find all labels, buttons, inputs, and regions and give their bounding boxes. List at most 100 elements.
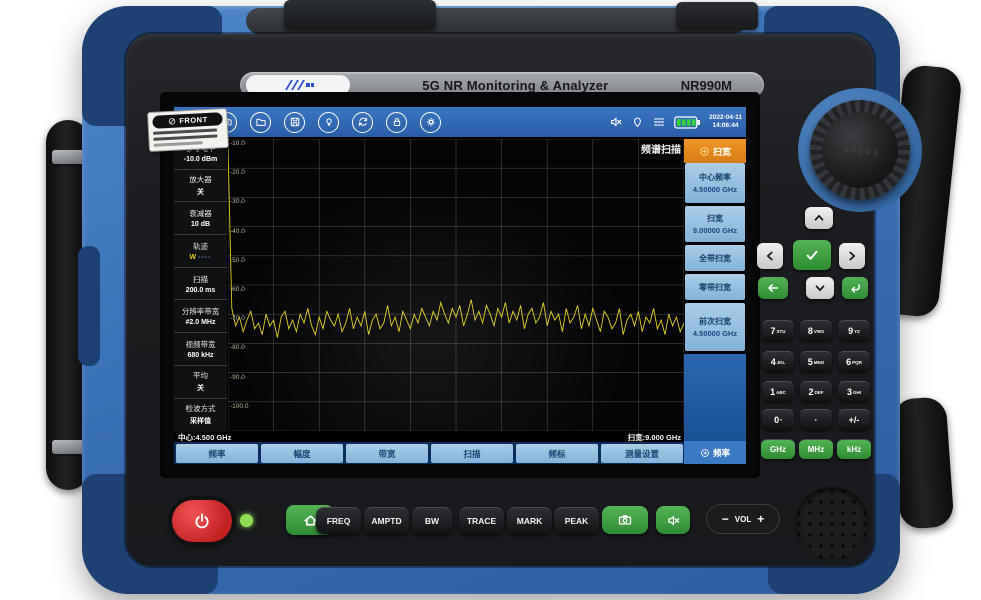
sidebar-item-label: 分辨率带宽 [182, 306, 220, 317]
softkey-center-frequency[interactable]: 中心频率 4.50000 GHz [685, 163, 745, 203]
save-icon[interactable] [284, 112, 305, 133]
sticker-fine-print [153, 134, 217, 140]
y-tick-label: -10.0 [230, 140, 245, 147]
sidebar-item-amplifier[interactable]: 放大器 关 [174, 170, 227, 203]
y-tick-label: -90.0 [230, 374, 245, 381]
file-manager-icon[interactable] [250, 112, 271, 133]
left-edge-bumper [78, 246, 100, 366]
menu-amplitude[interactable]: 幅度 [261, 444, 343, 463]
sidebar-item-value: 关 [197, 187, 204, 197]
sticker-label: FRONT [179, 115, 208, 125]
nav-up-button[interactable] [805, 207, 833, 229]
key-8[interactable]: 8VWX [800, 320, 832, 340]
nav-left-button[interactable] [757, 243, 783, 269]
menu-bandwidth[interactable]: 带宽 [346, 444, 428, 463]
frequency-menu-button[interactable]: 频率 [684, 441, 746, 464]
key-3[interactable]: 3GHI [838, 381, 870, 401]
frequency-menu-label: 频率 [713, 447, 730, 459]
span-menu-button[interactable]: 扫宽 [684, 139, 746, 163]
sidebar-item-value: 200.0 ms [186, 287, 216, 294]
y-tick-label: -30.0 [230, 198, 245, 205]
lock-icon[interactable] [386, 112, 407, 133]
sidebar-item-label: 平均 [193, 370, 208, 381]
chevron-down-icon [813, 281, 827, 295]
key-plus-minus[interactable]: +/- [838, 409, 870, 429]
brand-logo-icon [281, 78, 315, 92]
power-button[interactable] [172, 500, 232, 542]
softkey-full-span[interactable]: 全带扫宽 [685, 245, 745, 271]
key-9[interactable]: 9YZ [838, 320, 870, 340]
time-text: 14:06:44 [709, 122, 742, 130]
softkey-last-span[interactable]: 前次扫宽 4.50000 GHz [685, 303, 745, 351]
bw-button[interactable]: BW [412, 507, 452, 534]
trace-button[interactable]: TRACE [459, 507, 504, 534]
sidebar-item-vbw[interactable]: 视频带宽 680 kHz [174, 333, 227, 366]
sidebar-item-value: 关 [197, 383, 204, 393]
y-tick-label: -100.0 [230, 403, 248, 410]
bottom-menu-bar: 频率 幅度 带宽 扫描 频标 测量设置 [174, 442, 684, 464]
camera-icon [617, 512, 633, 528]
freq-button[interactable]: FREQ [316, 507, 361, 534]
menu-marker[interactable]: 频标 [516, 444, 598, 463]
backlight-icon[interactable] [318, 112, 339, 133]
sidebar-item-rbw[interactable]: 分辨率带宽 #2.0 MHz [174, 300, 227, 333]
rotary-enter-knob[interactable]: ENTER [822, 112, 898, 188]
speaker-grille [795, 487, 869, 561]
key-ghz[interactable]: GHz [761, 439, 795, 459]
knob-enter-label: ENTER [841, 143, 879, 157]
confirm-button[interactable] [793, 240, 831, 270]
back-button[interactable] [758, 277, 788, 299]
screen-toolbar: 2022-04-11 14:06:44 [174, 107, 746, 137]
device-title: 5G NR Monitoring & Analyzer [360, 78, 671, 93]
volume-down-label[interactable]: − [722, 512, 729, 526]
left-strap-buckle-bottom [52, 440, 84, 454]
key-2[interactable]: 2DEF [800, 381, 832, 401]
key-0[interactable]: 0* [762, 409, 794, 429]
return-button[interactable] [842, 277, 868, 299]
settings-gear-icon[interactable] [420, 112, 441, 133]
menu-sweep[interactable]: 扫描 [431, 444, 513, 463]
key-decimal[interactable]: · [800, 409, 832, 429]
date-text: 2022-04-11 [709, 114, 742, 122]
key-7[interactable]: 7STU [762, 320, 794, 340]
sidebar-item-trace[interactable]: 轨迹 W ---- [174, 235, 227, 268]
refresh-icon[interactable] [352, 112, 373, 133]
sidebar-item-sweep[interactable]: 扫描 200.0 ms [174, 268, 227, 301]
volume-rocker[interactable]: − VOL + [706, 504, 780, 534]
sidebar-item-label: 扫描 [193, 274, 208, 285]
list-lines-icon [652, 115, 666, 129]
nav-down-button[interactable] [806, 277, 834, 299]
sidebar-item-attenuator[interactable]: 衰减器 10 dB [174, 202, 227, 235]
volume-up-label[interactable]: + [757, 512, 764, 526]
key-6[interactable]: 6PQR [838, 351, 870, 371]
sidebar-item-value: 680 kHz [187, 352, 213, 359]
mark-button[interactable]: MARK [507, 507, 552, 534]
key-khz[interactable]: kHz [837, 439, 871, 459]
plot-gridlines [228, 139, 684, 431]
menu-frequency[interactable]: 频率 [176, 444, 258, 463]
chevron-up-icon [812, 211, 826, 225]
peak-button[interactable]: PEAK [554, 507, 599, 534]
amptd-button[interactable]: AMPTD [364, 507, 409, 534]
softkey-span[interactable]: 扫宽 9.00000 GHz [685, 206, 745, 242]
mute-status-icon [609, 115, 623, 129]
menu-measure-setup[interactable]: 测量设置 [601, 444, 683, 463]
mute-button[interactable] [656, 506, 690, 534]
sidebar-item-average[interactable]: 平均 关 [174, 366, 227, 399]
battery-icon [674, 116, 701, 129]
settings-sidebar: 参考电平 -10.0 dBm 放大器 关 衰减器 10 dB 轨迹 W ----… [174, 137, 228, 432]
key-mhz[interactable]: MHz [799, 439, 833, 459]
screenshot-button[interactable] [602, 506, 648, 534]
return-arrow-icon [849, 282, 862, 295]
key-1[interactable]: 1ABC [762, 381, 794, 401]
y-tick-label: -40.0 [230, 228, 245, 235]
softkey-zero-span[interactable]: 零带扫宽 [685, 274, 745, 300]
lcd-screen: 2022-04-11 14:06:44 参考电平 -10.0 dBm 放大器 关… [174, 107, 746, 464]
sidebar-item-detector[interactable]: 检波方式 采样值 [174, 399, 227, 432]
device-model: NR990M [681, 78, 750, 93]
sidebar-item-value: W ---- [190, 254, 212, 261]
spectrum-plot[interactable]: -10.0-20.0-30.0-40.0-50.0-60.0-70.0-80.0… [228, 139, 684, 431]
nav-right-button[interactable] [839, 243, 865, 269]
key-5[interactable]: 5MNO [800, 351, 832, 371]
key-4[interactable]: 4JKL [762, 351, 794, 371]
